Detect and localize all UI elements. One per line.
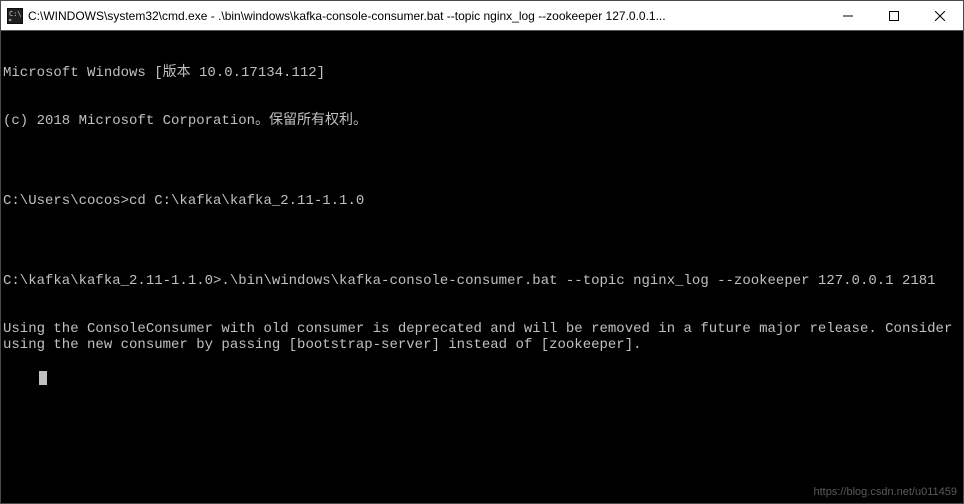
minimize-button[interactable] — [825, 1, 871, 30]
cmd-window: C:\ C:\WINDOWS\system32\cmd.exe - .\bin\… — [0, 0, 964, 504]
window-title: C:\WINDOWS\system32\cmd.exe - .\bin\wind… — [28, 9, 825, 23]
cursor — [39, 371, 47, 385]
terminal-line: (c) 2018 Microsoft Corporation。保留所有权利。 — [3, 113, 963, 129]
cmd-icon: C:\ — [7, 8, 23, 24]
terminal-line: Using the ConsoleConsumer with old consu… — [3, 321, 963, 353]
watermark: https://blog.csdn.net/u011459 — [813, 484, 957, 500]
terminal-line: Microsoft Windows [版本 10.0.17134.112] — [3, 65, 963, 81]
maximize-button[interactable] — [871, 1, 917, 30]
terminal-line: C:\Users\cocos>cd C:\kafka\kafka_2.11-1.… — [3, 193, 963, 209]
close-button[interactable] — [917, 1, 963, 30]
titlebar[interactable]: C:\ C:\WINDOWS\system32\cmd.exe - .\bin\… — [1, 1, 963, 31]
terminal-line: C:\kafka\kafka_2.11-1.1.0>.\bin\windows\… — [3, 273, 963, 289]
window-controls — [825, 1, 963, 30]
terminal-area[interactable]: Microsoft Windows [版本 10.0.17134.112] (c… — [1, 31, 963, 503]
svg-text:C:\: C:\ — [9, 10, 22, 18]
